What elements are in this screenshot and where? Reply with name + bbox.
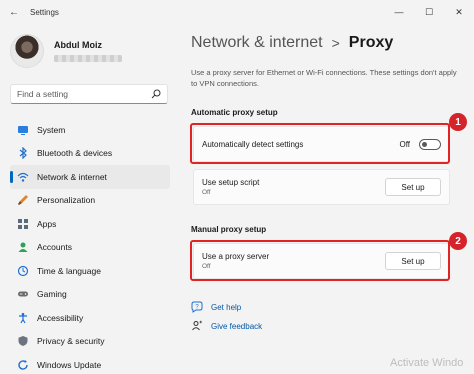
sidebar-item-accessibility[interactable]: Accessibility	[10, 306, 170, 330]
app-title: Settings	[30, 7, 59, 17]
sidebar-item-accounts[interactable]: Accounts	[10, 236, 170, 260]
highlight-box-2	[190, 240, 450, 281]
window-controls: — ☐ ✕	[384, 0, 474, 24]
close-button[interactable]: ✕	[444, 0, 474, 24]
sidebar-item-system[interactable]: System	[10, 118, 170, 142]
breadcrumb: Network & internet > Proxy	[191, 34, 393, 52]
sidebar-item-label: Apps	[37, 218, 57, 229]
svg-text:?: ?	[195, 304, 199, 310]
sidebar-item-label: Windows Update	[37, 359, 102, 370]
feedback-icon	[192, 320, 202, 331]
setup-script-card: Use setup script Off Set up	[193, 169, 450, 205]
sidebar-nav: System Bluetooth & devices Network & int…	[10, 118, 170, 374]
globe-clock-icon	[17, 265, 29, 276]
sidebar-item-label: Gaming	[37, 289, 67, 300]
search-icon[interactable]	[151, 89, 161, 99]
sidebar-item-apps[interactable]: Apps	[10, 212, 170, 236]
breadcrumb-parent[interactable]: Network & internet	[191, 34, 323, 52]
page-title: Proxy	[348, 34, 394, 51]
back-button[interactable]: ←	[4, 7, 24, 18]
callout-badge-1: 1	[449, 113, 467, 131]
sidebar-item-label: Time & language	[37, 265, 101, 276]
brush-icon	[18, 195, 28, 206]
title-bar: ← Settings — ☐ ✕	[0, 0, 474, 24]
wifi-icon	[17, 172, 29, 182]
maximize-button[interactable]: ☐	[414, 0, 444, 24]
sidebar-item-network[interactable]: Network & internet	[10, 165, 170, 189]
help-icon: ?	[191, 301, 203, 313]
apps-icon	[18, 218, 28, 229]
give-feedback-link[interactable]: Give feedback	[191, 320, 262, 332]
search-box[interactable]	[10, 84, 168, 104]
callout-badge-2: 2	[449, 232, 467, 250]
profile-email-redacted	[54, 55, 122, 62]
sidebar-item-label: Accessibility	[37, 312, 84, 323]
sidebar-item-label: Personalization	[37, 195, 96, 206]
user-profile[interactable]: Abdul Moiz	[10, 34, 122, 68]
setup-script-status: Off	[202, 189, 211, 196]
sidebar-item-time-language[interactable]: Time & language	[10, 259, 170, 283]
automatic-proxy-heading: Automatic proxy setup	[191, 108, 278, 117]
sidebar-item-bluetooth[interactable]: Bluetooth & devices	[10, 142, 170, 166]
get-help-link[interactable]: ? Get help	[191, 301, 241, 313]
person-icon	[18, 242, 28, 253]
bluetooth-icon	[19, 147, 27, 160]
give-feedback-label[interactable]: Give feedback	[211, 322, 262, 331]
sidebar-item-personalization[interactable]: Personalization	[10, 189, 170, 213]
profile-name: Abdul Moiz	[54, 40, 102, 50]
activation-watermark: Activate Windo	[390, 357, 464, 369]
sidebar-item-privacy[interactable]: Privacy & security	[10, 330, 170, 354]
highlight-box-1	[190, 123, 450, 164]
search-input[interactable]	[17, 89, 151, 99]
sidebar-item-label: Accounts	[37, 242, 72, 253]
monitor-icon	[18, 125, 28, 135]
sidebar-item-label: Bluetooth & devices	[37, 148, 113, 159]
manual-proxy-heading: Manual proxy setup	[191, 225, 267, 234]
setup-script-label: Use setup script	[202, 178, 260, 187]
sidebar-item-label: Network & internet	[37, 171, 107, 182]
setup-script-button[interactable]: Set up	[385, 178, 441, 196]
gamepad-icon	[18, 291, 28, 297]
breadcrumb-separator: >	[331, 35, 340, 51]
update-icon	[18, 359, 28, 370]
avatar	[10, 34, 44, 68]
shield-icon	[18, 336, 28, 347]
page-description: Use a proxy server for Ethernet or Wi-Fi…	[191, 68, 457, 88]
sidebar-item-gaming[interactable]: Gaming	[10, 283, 170, 307]
sidebar-item-label: Privacy & security	[37, 336, 105, 347]
accessibility-icon	[19, 312, 27, 324]
sidebar-item-windows-update[interactable]: Windows Update	[10, 353, 170, 374]
sidebar-item-label: System	[37, 124, 66, 135]
get-help-label[interactable]: Get help	[211, 303, 241, 312]
minimize-button[interactable]: —	[384, 0, 414, 24]
